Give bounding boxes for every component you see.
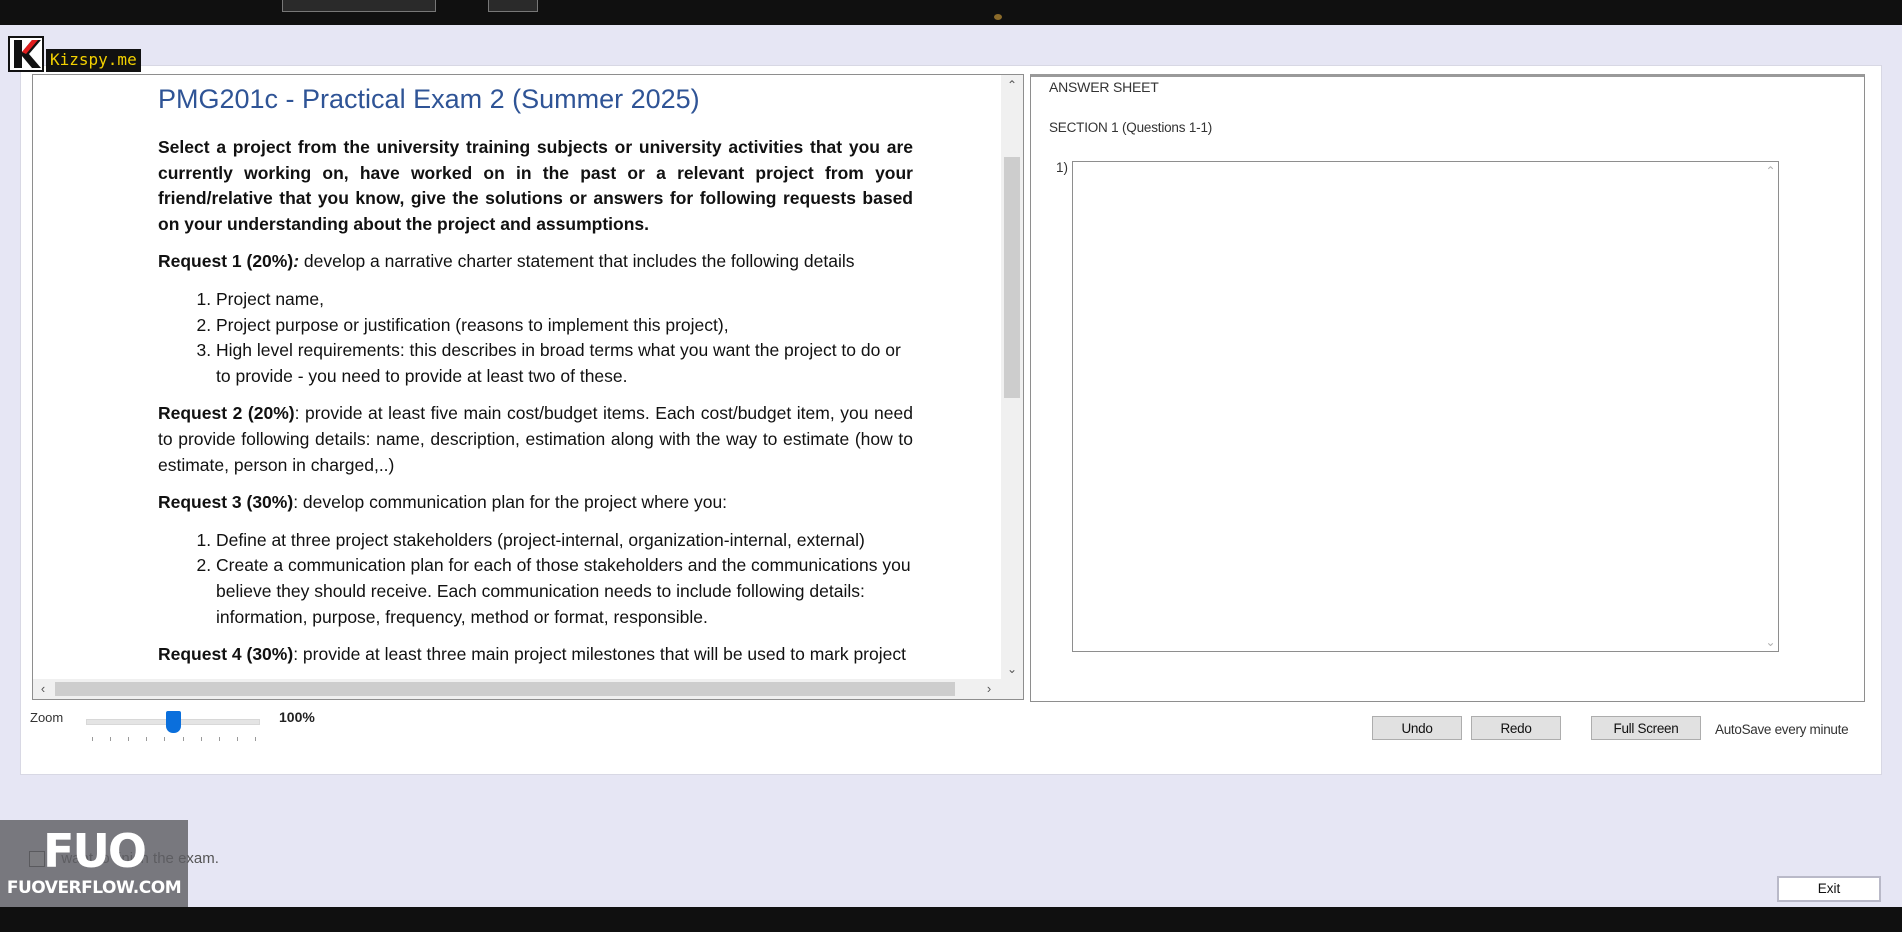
fuo-logo: FUO bbox=[43, 824, 147, 878]
list-item: Project purpose or justification (reason… bbox=[216, 313, 913, 339]
question-number: 1) bbox=[1056, 160, 1069, 175]
list-item: Define at three project stakeholders (pr… bbox=[216, 528, 913, 554]
list-item: Project name, bbox=[216, 287, 913, 313]
fuoverflow-site: FUOVERFLOW.COM bbox=[6, 878, 182, 898]
header-input bbox=[282, 0, 436, 12]
section-label: SECTION 1 (Questions 1-1) bbox=[1049, 120, 1213, 135]
zoom-value: 100% bbox=[279, 709, 315, 725]
list-item: Create a communication plan for each of … bbox=[216, 553, 913, 630]
exam-document-area: PMG201c - Practical Exam 2 (Summer 2025)… bbox=[33, 75, 1001, 679]
request-1: Request 1 (20%): develop a narrative cha… bbox=[158, 249, 913, 275]
exam-document: PMG201c - Practical Exam 2 (Summer 2025)… bbox=[158, 83, 913, 679]
request-3-list: Define at three project stakeholders (pr… bbox=[158, 528, 913, 630]
vertical-scrollbar[interactable]: ⌃ ⌄ bbox=[1001, 75, 1023, 679]
top-bar bbox=[0, 0, 1902, 25]
scroll-up-icon[interactable]: ⌃ bbox=[1001, 75, 1023, 95]
scroll-corner bbox=[1001, 679, 1023, 699]
horizontal-scroll-thumb[interactable] bbox=[55, 682, 955, 696]
request-2: Request 2 (20%): provide at least five m… bbox=[158, 401, 913, 478]
request-3-label: Request 3 (30%) bbox=[158, 492, 294, 513]
request-1-label: Request 1 (20%) bbox=[158, 251, 294, 272]
request-3: Request 3 (30%): develop communication p… bbox=[158, 490, 913, 516]
vertical-scroll-thumb[interactable] bbox=[1004, 157, 1020, 398]
request-4-text: : provide at least three main project mi… bbox=[293, 644, 906, 665]
request-1-text: develop a narrative charter statement th… bbox=[299, 251, 855, 272]
redo-button[interactable]: Redo bbox=[1471, 716, 1561, 740]
request-4: Request 4 (30%): provide at least three … bbox=[158, 642, 913, 668]
request-2-label: Request 2 (20%) bbox=[158, 403, 295, 424]
exam-title: PMG201c - Practical Exam 2 (Summer 2025) bbox=[158, 84, 700, 114]
answer-sheet: ANSWER SHEET SECTION 1 (Questions 1-1) 1… bbox=[1030, 74, 1865, 702]
request-3-text: : develop communication plan for the pro… bbox=[293, 492, 728, 513]
answer-scrollbar[interactable]: ⌃ ⌄ bbox=[1762, 162, 1779, 651]
status-dot bbox=[994, 14, 1002, 20]
autosave-note: AutoSave every minute bbox=[1715, 722, 1849, 737]
zoom-slider-thumb[interactable] bbox=[165, 711, 181, 733]
fuoverflow-watermark: FUO FUOVERFLOW.COM bbox=[0, 820, 188, 907]
exam-intro: Select a project from the university tra… bbox=[158, 137, 913, 234]
kizspy-watermark: Kizspy.me bbox=[8, 34, 141, 72]
exit-button[interactable]: Exit bbox=[1777, 876, 1881, 902]
scroll-left-icon[interactable]: ‹ bbox=[33, 679, 53, 699]
scroll-up-icon[interactable]: ⌃ bbox=[1762, 164, 1779, 178]
header-input-small bbox=[488, 0, 538, 12]
scroll-right-icon[interactable]: › bbox=[979, 679, 999, 699]
horizontal-scrollbar[interactable]: ‹ › bbox=[33, 679, 1001, 699]
exam-viewer[interactable]: PMG201c - Practical Exam 2 (Summer 2025)… bbox=[32, 74, 1024, 700]
request-1-list: Project name, Project purpose or justifi… bbox=[158, 287, 913, 389]
answer-input[interactable] bbox=[1072, 161, 1779, 652]
kizspy-logo-icon bbox=[8, 36, 44, 72]
full-screen-button[interactable]: Full Screen bbox=[1591, 716, 1701, 740]
request-4-label: Request 4 (30%) bbox=[158, 644, 294, 665]
zoom-label: Zoom bbox=[30, 710, 64, 725]
scroll-down-icon[interactable]: ⌄ bbox=[1001, 659, 1023, 679]
scroll-down-icon[interactable]: ⌄ bbox=[1762, 635, 1779, 649]
zoom-slider-ticks bbox=[92, 737, 256, 742]
bottom-bar bbox=[0, 907, 1902, 932]
kizspy-text: Kizspy.me bbox=[46, 49, 141, 72]
list-item: High level requirements: this describes … bbox=[216, 338, 913, 389]
answer-sheet-title: ANSWER SHEET bbox=[1049, 79, 1159, 95]
undo-button[interactable]: Undo bbox=[1372, 716, 1462, 740]
